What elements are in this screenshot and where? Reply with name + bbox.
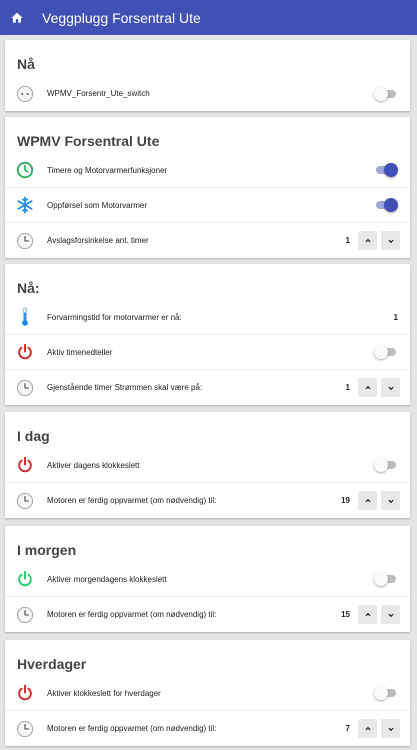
chevron-up-icon [363, 236, 373, 246]
app-header: Veggplugg Forsentral Ute [0, 0, 417, 35]
increment-button[interactable] [358, 491, 377, 510]
value-stepper [358, 491, 400, 510]
toggle-thumb [384, 163, 398, 177]
entity-label: Aktiver dagens klokkeslett [47, 460, 140, 470]
entity-label: Aktiver morgendagens klokkeslett [47, 574, 167, 584]
chevron-up-icon [363, 724, 373, 734]
entity-label: Motoren er ferdig oppvarmet (om nødvendi… [47, 724, 217, 733]
entity-toggle[interactable] [374, 458, 398, 472]
chevron-down-icon [386, 610, 396, 620]
entity-row: Motoren er ferdig oppvarmet (om nødvendi… [5, 597, 410, 632]
power-icon [15, 342, 35, 362]
entity-row: Aktiver morgendagens klokkeslett [5, 562, 410, 597]
entity-row: Motoren er ferdig oppvarmet (om nødvendi… [5, 483, 410, 518]
entity-row: Avslagsforsinkelse ant. timer 1 [5, 223, 410, 258]
entity-row: Gjenstående timer Strømmen skal være på:… [5, 370, 410, 405]
entity-row: Forvarmingstid for motorvarmer er nå: 1 [5, 300, 410, 335]
card-3: I dag Aktiver dagens klokkeslett Motoren e… [5, 412, 410, 518]
card-title: I dag [17, 428, 50, 444]
entity-toggle[interactable] [374, 86, 398, 101]
decrement-button[interactable] [381, 605, 400, 624]
card-title: WPMV Forsentral Ute [17, 133, 160, 149]
decrement-button[interactable] [381, 378, 400, 397]
snowflake-icon [15, 195, 35, 215]
decrement-button[interactable] [381, 231, 400, 250]
power-icon [15, 569, 35, 589]
card-0: Nå WPMV_Forsentr_Ute_switch [5, 40, 410, 111]
entity-label: Oppførsel som Motorvarmer [47, 200, 148, 210]
timer-icon [15, 160, 35, 180]
toggle-thumb [374, 458, 388, 472]
entity-value: 15 [341, 610, 350, 619]
page-title: Veggplugg Forsentral Ute [42, 9, 201, 26]
increment-button[interactable] [358, 378, 377, 397]
chevron-up-icon [363, 383, 373, 393]
entity-row: WPMV_Forsentr_Ute_switch [5, 76, 410, 111]
power-icon [15, 455, 35, 475]
increment-button[interactable] [358, 231, 377, 250]
entity-label: Aktiv timenedteller [47, 347, 113, 357]
thermometer-icon [15, 307, 35, 327]
entity-value: 1 [345, 383, 350, 392]
card-5: Hverdager Aktiver klokkeslett for hverdag… [5, 640, 410, 746]
card-4: I morgen Aktiver morgendagens klokkeslett… [5, 526, 410, 632]
toggle-thumb [374, 572, 388, 586]
entity-toggle[interactable] [374, 572, 398, 586]
value-stepper [358, 378, 400, 397]
chevron-down-icon [386, 724, 396, 734]
chevron-up-icon [363, 610, 373, 620]
entity-label: Aktiver klokkeslett for hverdager [47, 688, 161, 698]
card-1: WPMV Forsentral Ute Timere og Motorvarmer… [5, 117, 410, 258]
decrement-button[interactable] [381, 491, 400, 510]
chevron-up-icon [363, 496, 373, 506]
entity-label: WPMV_Forsentr_Ute_switch [47, 89, 150, 98]
entity-value: 1 [393, 312, 398, 322]
increment-button[interactable] [358, 605, 377, 624]
entity-label: Timere og Motorvarmerfunksjoner [47, 165, 168, 175]
entity-value: 7 [345, 724, 350, 733]
card-title: Hverdager [17, 656, 87, 672]
entity-label: Avslagsforsinkelse ant. timer [47, 236, 149, 245]
entity-row: Oppførsel som Motorvarmer [5, 188, 410, 223]
entity-toggle[interactable] [374, 686, 398, 700]
home-icon[interactable] [0, 0, 34, 35]
card-title: Nå [17, 56, 35, 72]
entity-row: Aktiv timenedteller [5, 335, 410, 370]
entity-label: Motoren er ferdig oppvarmet (om nødvendi… [47, 496, 217, 505]
entity-toggle[interactable] [374, 198, 398, 212]
chevron-down-icon [386, 496, 396, 506]
value-stepper [358, 231, 400, 250]
entity-label: Gjenstående timer Strømmen skal være på: [47, 383, 203, 392]
value-stepper [358, 605, 400, 624]
entity-toggle[interactable] [374, 163, 398, 177]
toggle-thumb [374, 345, 388, 359]
clock-icon [15, 491, 35, 511]
entity-label: Forvarmingstid for motorvarmer er nå: [47, 312, 182, 322]
entity-row: Aktiver klokkeslett for hverdager [5, 676, 410, 711]
entity-value: 19 [341, 496, 350, 505]
card-2: Nå: Forvarmingstid for motorvarmer er nå:… [5, 264, 410, 405]
value-stepper [358, 719, 400, 738]
card-title: I morgen [17, 542, 77, 558]
entity-label: Motoren er ferdig oppvarmet (om nødvendi… [47, 610, 217, 619]
clock-icon [15, 719, 35, 739]
clock-icon [15, 605, 35, 625]
toggle-thumb [374, 686, 388, 700]
toggle-thumb [384, 198, 398, 212]
power-icon [15, 683, 35, 703]
clock-icon [15, 378, 35, 398]
increment-button[interactable] [358, 719, 377, 738]
chevron-down-icon [386, 236, 396, 246]
entity-toggle[interactable] [374, 345, 398, 359]
clock-icon [15, 231, 35, 251]
decrement-button[interactable] [381, 719, 400, 738]
outlet-icon [15, 84, 35, 104]
entity-value: 1 [345, 236, 350, 245]
toggle-thumb [374, 86, 388, 101]
card-title: Nå: [17, 280, 40, 296]
entity-row: Timere og Motorvarmerfunksjoner [5, 153, 410, 188]
entity-row: Aktiver dagens klokkeslett [5, 448, 410, 483]
entity-row: Motoren er ferdig oppvarmet (om nødvendi… [5, 711, 410, 746]
chevron-down-icon [386, 383, 396, 393]
